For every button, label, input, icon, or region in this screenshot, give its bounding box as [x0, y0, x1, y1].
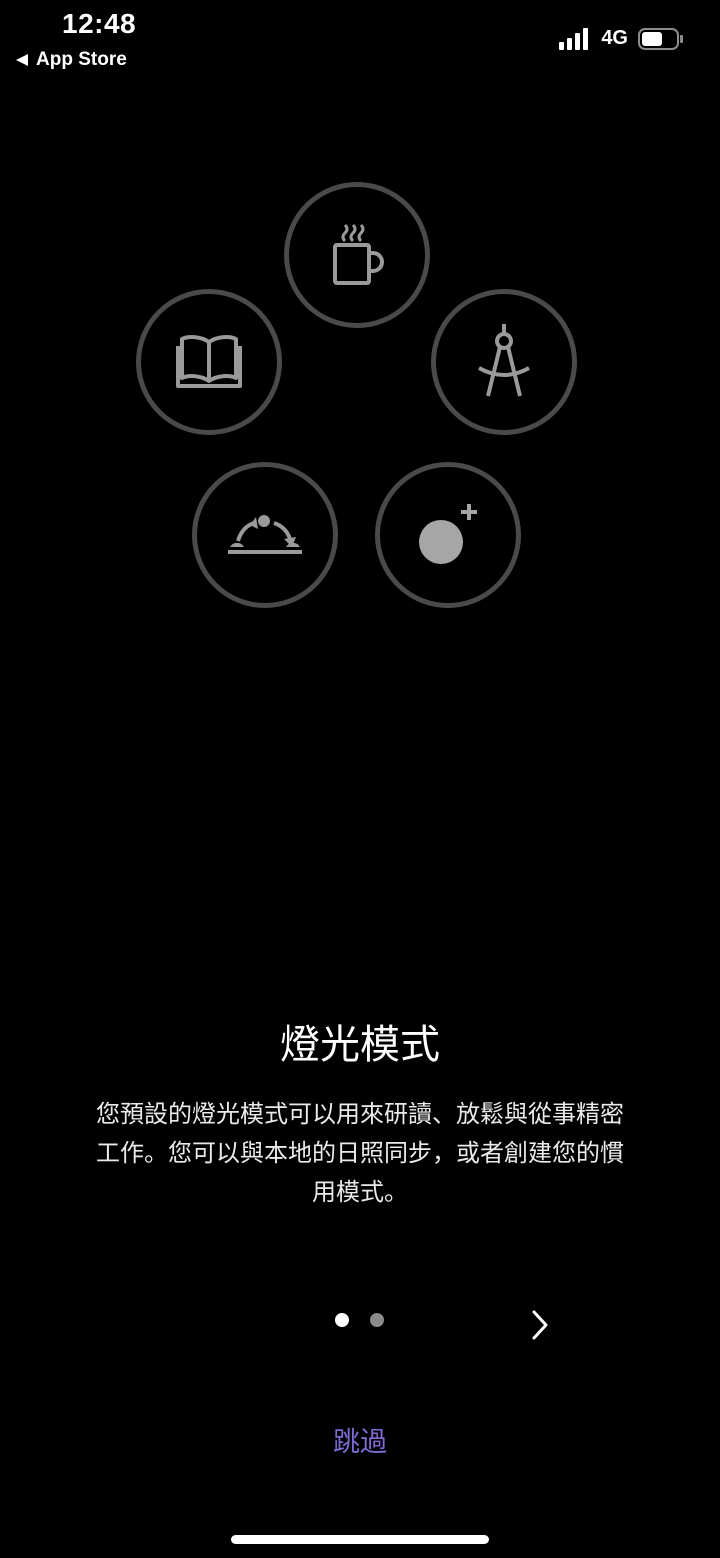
back-link-label: App Store — [36, 49, 127, 70]
next-page-button[interactable] — [520, 1300, 560, 1350]
battery-icon — [638, 27, 683, 50]
mode-add-custom-button[interactable] — [375, 462, 521, 608]
page-indicator-dot-active — [335, 1313, 349, 1327]
home-indicator[interactable] — [231, 1535, 489, 1544]
page-indicator-dot — [370, 1313, 384, 1327]
status-indicators: 4G — [559, 27, 684, 50]
back-to-app-store-link[interactable]: App Store — [16, 49, 127, 71]
page-title: 燈光模式 — [280, 1022, 440, 1068]
network-type: 4G — [601, 27, 628, 49]
open-book-icon — [176, 335, 242, 388]
drafting-compass-icon — [478, 324, 530, 397]
mode-reading-button[interactable] — [136, 289, 282, 435]
back-arrow-icon — [16, 54, 28, 66]
coffee-cup-icon — [333, 223, 384, 285]
signal-strength-icon — [559, 27, 589, 50]
status-time: 12:48 — [62, 8, 137, 39]
mode-daylight-sync-button[interactable] — [192, 462, 338, 608]
mode-relax-button[interactable] — [284, 182, 430, 328]
page-description: 您預設的燈光模式可以用來研讀、放鬆與從事精密工作。您可以與本地的日照同步，或者創… — [96, 1100, 624, 1206]
sunrise-sunset-icon — [228, 515, 302, 554]
mode-precision-button[interactable] — [431, 289, 577, 435]
add-custom-light-icon — [419, 504, 477, 564]
skip-button[interactable]: 跳過 — [0, 1420, 720, 1459]
chevron-right-icon — [532, 1310, 548, 1340]
